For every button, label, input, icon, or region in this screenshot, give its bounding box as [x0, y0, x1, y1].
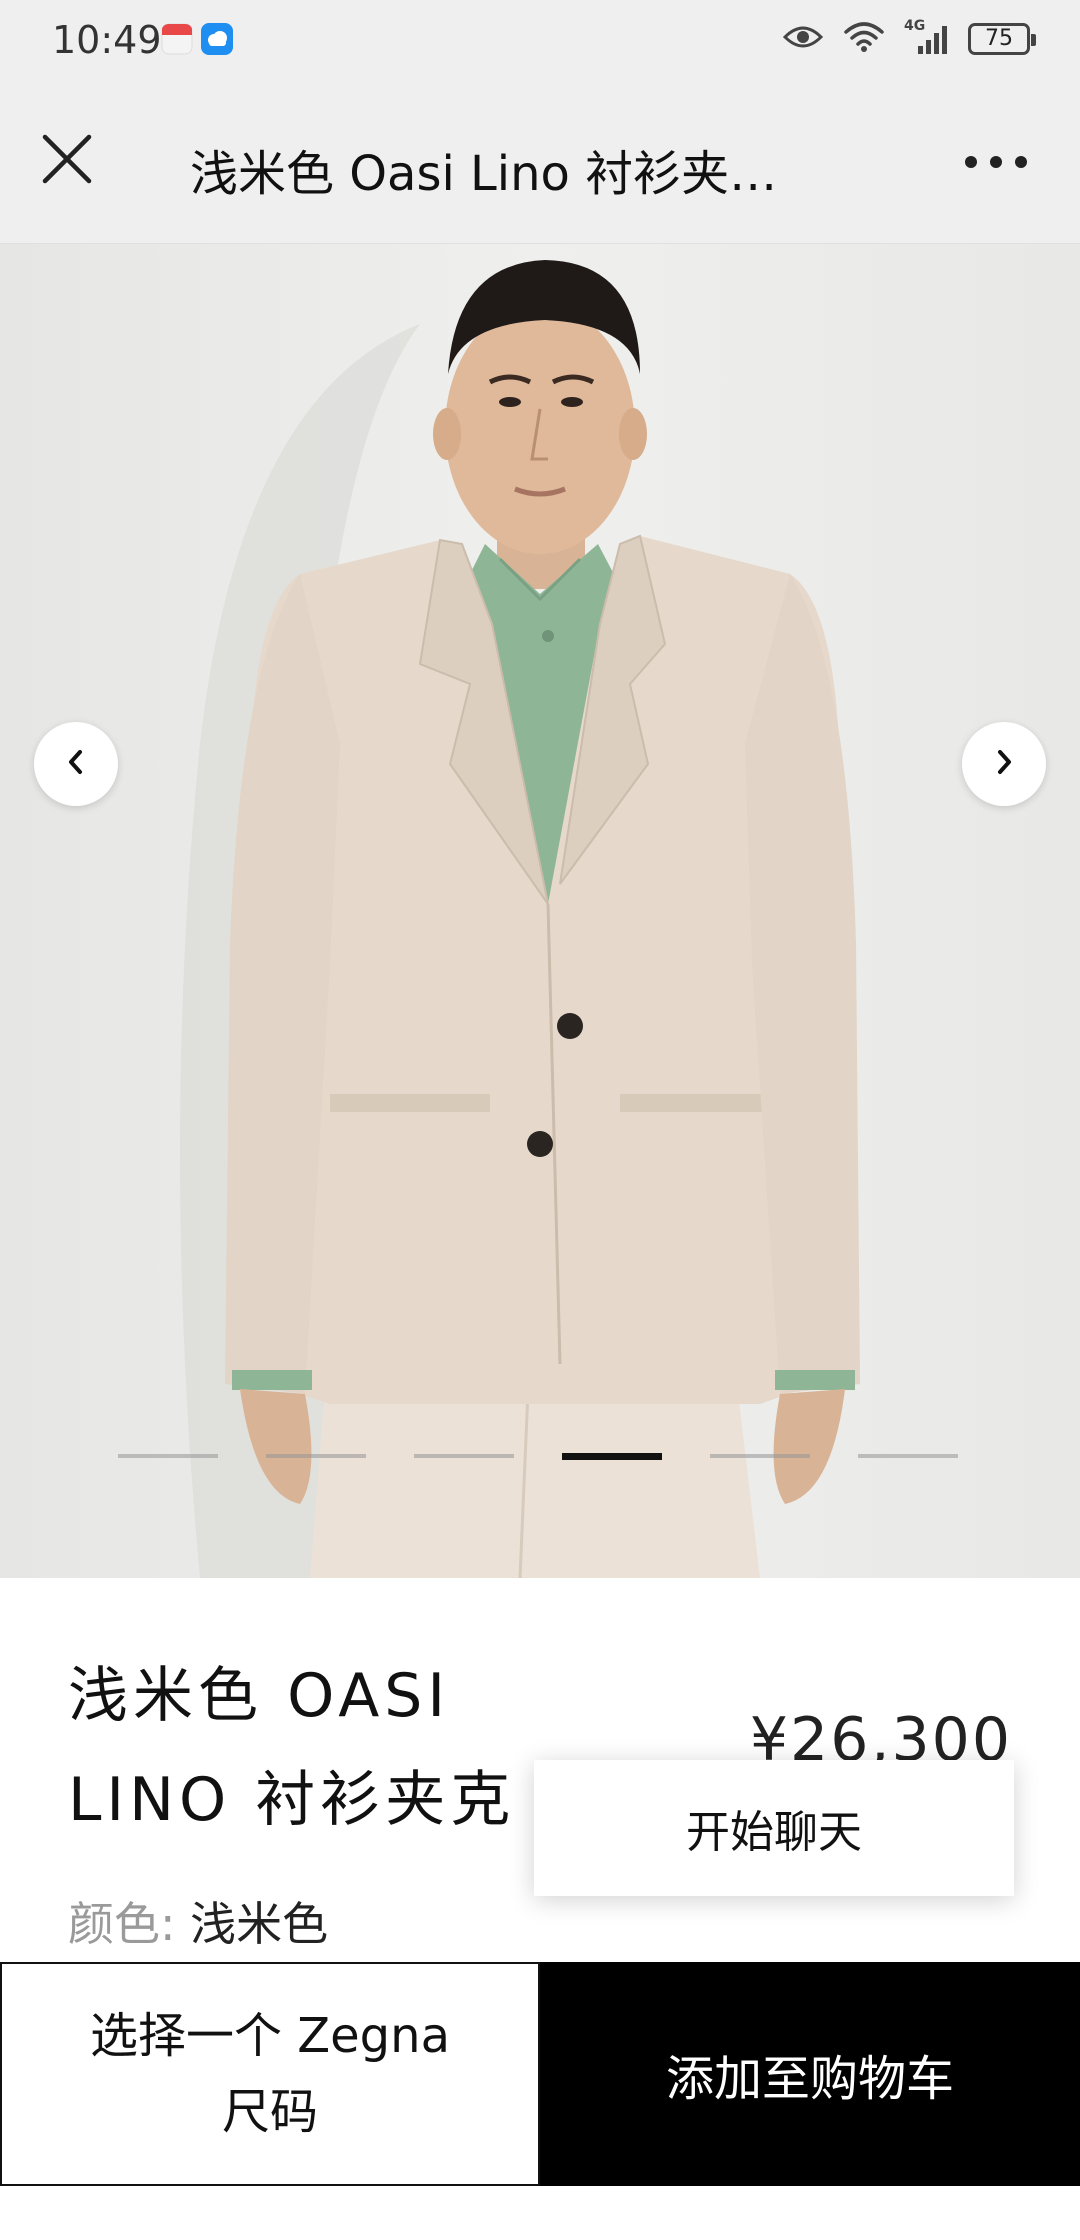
select-size-line1: 选择一个 Zegna: [90, 2008, 450, 2064]
product-title-line1: 浅米色 OASI: [68, 1661, 451, 1731]
color-value: 浅米色: [190, 1897, 329, 1951]
select-size-line2: 尺码: [221, 2084, 318, 2140]
bottom-action-bar: 选择一个 Zegna 尺码 添加至购物车: [0, 1962, 1080, 2186]
carousel-dot[interactable]: [710, 1454, 810, 1458]
cellular-signal-icon: 4G: [904, 18, 950, 56]
close-button[interactable]: [34, 128, 100, 194]
status-bar: 10:49 4G 75: [0, 0, 1080, 84]
wifi-icon: [842, 20, 886, 58]
color-selector: 颜色: 浅米色: [68, 1888, 328, 1954]
carousel-dot[interactable]: [414, 1454, 514, 1458]
select-size-label: 选择一个 Zegna 尺码: [90, 1998, 450, 2150]
status-time: 10:49: [52, 18, 162, 62]
product-image: [180, 260, 860, 1578]
top-navigation-bar: 浅米色 Oasi Lino 衬衫夹…: [0, 84, 1080, 244]
next-image-button[interactable]: [962, 722, 1046, 806]
carousel-dot[interactable]: [118, 1454, 218, 1458]
add-to-cart-label: 添加至购物车: [665, 2051, 954, 2107]
carousel-pagination: [118, 1453, 958, 1460]
bottom-safe-area: [0, 2186, 1080, 2240]
carousel-dot-active[interactable]: [562, 1453, 662, 1460]
battery-icon: 75: [968, 23, 1036, 55]
calendar-app-icon: [160, 22, 194, 56]
product-image-gallery[interactable]: [0, 244, 1080, 1578]
chevron-left-icon: [64, 748, 88, 780]
start-chat-label: 开始聊天: [686, 1807, 862, 1858]
chevron-right-icon: [992, 748, 1016, 780]
previous-image-button[interactable]: [34, 722, 118, 806]
weather-app-icon: [200, 22, 234, 56]
eye-icon: [782, 22, 824, 56]
select-size-button[interactable]: 选择一个 Zegna 尺码: [0, 1962, 540, 2186]
close-icon: [41, 133, 93, 189]
color-label: 颜色:: [68, 1897, 176, 1951]
carousel-dot[interactable]: [858, 1454, 958, 1458]
add-to-cart-button[interactable]: 添加至购物车: [540, 1962, 1080, 2186]
status-icons: 4G 75: [782, 18, 1036, 58]
more-options-button[interactable]: [948, 130, 1044, 196]
start-chat-button[interactable]: 开始聊天: [534, 1760, 1014, 1896]
carousel-dot[interactable]: [266, 1454, 366, 1458]
more-horizontal-icon: [964, 154, 1028, 173]
page-title: 浅米色 Oasi Lino 衬衫夹…: [190, 146, 778, 202]
